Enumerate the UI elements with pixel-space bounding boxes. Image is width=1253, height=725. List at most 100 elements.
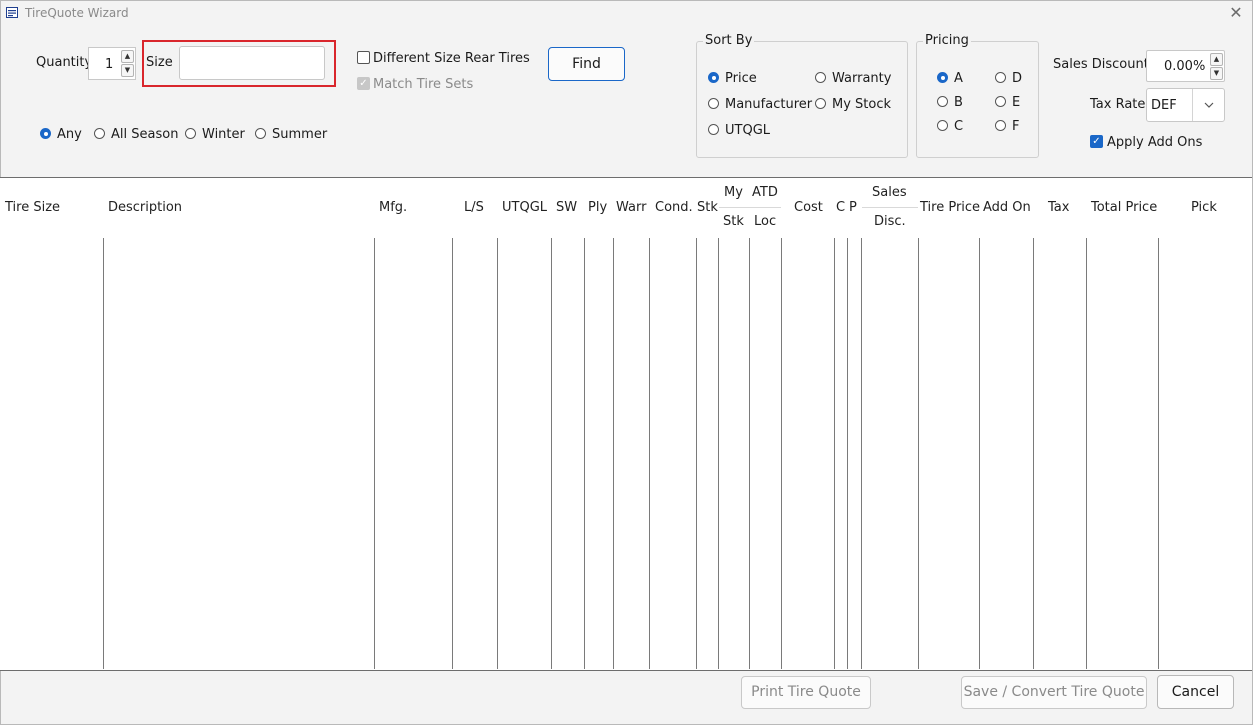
col-header-cond[interactable]: Cond.: [655, 200, 693, 215]
col-divider: [1033, 238, 1034, 669]
season-winter-label: Winter: [202, 127, 245, 142]
col-divider: [979, 238, 980, 669]
col-divider: [649, 238, 650, 669]
col-header-atd[interactable]: ATD: [752, 185, 778, 200]
pricing-c-label: C: [954, 119, 964, 134]
col-header-pick[interactable]: Pick: [1191, 200, 1217, 215]
pricing-f-radio[interactable]: [995, 120, 1006, 131]
col-header-cost[interactable]: Cost: [794, 200, 823, 215]
sort-manufacturer-radio[interactable]: [708, 98, 719, 109]
sales-discount-down-icon[interactable]: ▼: [1210, 67, 1223, 80]
col-divider: [749, 238, 750, 669]
tax-rate-divider: [1192, 89, 1193, 121]
chevron-down-icon[interactable]: [1204, 102, 1214, 108]
col-header-sales-disc[interactable]: Disc.: [874, 214, 906, 229]
tax-rate-select[interactable]: DEF: [1146, 88, 1225, 122]
col-divider: [1086, 238, 1087, 669]
pricing-b-label: B: [954, 95, 963, 110]
col-header-my-stk[interactable]: Stk: [723, 214, 744, 229]
find-button[interactable]: Find: [548, 47, 625, 81]
sort-price-radio[interactable]: [708, 72, 719, 83]
season-any-radio[interactable]: [40, 128, 51, 139]
sort-utqgl-label: UTQGL: [725, 123, 771, 138]
sales-discount-stepper[interactable]: 0.00% ▲ ▼: [1146, 50, 1225, 82]
col-divider: [584, 238, 585, 669]
col-header-total-price[interactable]: Total Price: [1091, 200, 1157, 215]
col-header-description[interactable]: Description: [108, 200, 182, 215]
col-divider: [918, 238, 919, 669]
col-header-warr[interactable]: Warr: [616, 200, 646, 215]
print-tire-quote-button[interactable]: Print Tire Quote: [741, 676, 871, 709]
apply-add-ons-label: Apply Add Ons: [1107, 135, 1203, 150]
quantity-down-icon[interactable]: ▼: [121, 64, 134, 77]
size-label: Size: [146, 55, 173, 70]
different-size-rear-checkbox[interactable]: [357, 51, 370, 64]
match-tire-sets-label: Match Tire Sets: [373, 77, 474, 92]
col-divider: [551, 238, 552, 669]
sort-utqgl-radio[interactable]: [708, 124, 719, 135]
sales-discount-up-icon[interactable]: ▲: [1210, 53, 1223, 66]
pricing-title: Pricing: [923, 33, 971, 48]
quantity-stepper[interactable]: 1 ▲ ▼: [88, 47, 136, 80]
pricing-e-label: E: [1012, 95, 1021, 110]
col-header-p[interactable]: P: [849, 200, 857, 215]
season-all-season-radio[interactable]: [94, 128, 105, 139]
pricing-d-radio[interactable]: [995, 72, 1006, 83]
season-winter-radio[interactable]: [185, 128, 196, 139]
sort-warranty-radio[interactable]: [815, 72, 826, 83]
col-header-c[interactable]: C: [836, 200, 845, 215]
col-header-sales[interactable]: Sales: [872, 185, 907, 200]
pricing-e-radio[interactable]: [995, 96, 1006, 107]
col-header-mfg[interactable]: Mfg.: [379, 200, 407, 215]
col-divider: [452, 238, 453, 669]
quantity-label: Quantity: [36, 55, 93, 70]
size-input[interactable]: [179, 46, 325, 80]
col-header-tax[interactable]: Tax: [1048, 200, 1069, 215]
sales-discount-value[interactable]: 0.00%: [1164, 59, 1205, 74]
quantity-up-icon[interactable]: ▲: [121, 50, 134, 63]
results-grid[interactable]: Tire Size Description Mfg. L/S UTQGL SW …: [0, 177, 1252, 671]
col-divider: [1158, 238, 1159, 669]
col-header-sw[interactable]: SW: [556, 200, 577, 215]
col-header-add-on[interactable]: Add On: [983, 200, 1031, 215]
col-header-tire-price[interactable]: Tire Price: [920, 200, 980, 215]
pricing-f-label: F: [1012, 119, 1020, 134]
col-divider: [861, 238, 862, 669]
match-tire-sets-checkbox: ✓: [357, 77, 370, 90]
sort-manufacturer-label: Manufacturer: [725, 97, 813, 112]
quantity-value[interactable]: 1: [105, 57, 113, 72]
col-header-atd-loc[interactable]: Loc: [754, 214, 776, 229]
pricing-b-radio[interactable]: [937, 96, 948, 107]
season-any-label: Any: [57, 127, 82, 142]
col-header-utqgl[interactable]: UTQGL: [502, 200, 547, 215]
sort-by-title: Sort By: [703, 33, 755, 48]
pricing-c-radio[interactable]: [937, 120, 948, 131]
pricing-a-label: A: [954, 71, 963, 86]
season-all-season-label: All Season: [111, 127, 179, 142]
col-header-tire-size[interactable]: Tire Size: [5, 200, 60, 215]
season-summer-radio[interactable]: [255, 128, 266, 139]
app-icon: [6, 7, 18, 18]
col-divider: [497, 238, 498, 669]
season-summer-label: Summer: [272, 127, 328, 142]
col-header-ls[interactable]: L/S: [464, 200, 484, 215]
pricing-a-radio[interactable]: [937, 72, 948, 83]
header-split-line: [719, 207, 781, 208]
save-convert-button[interactable]: Save / Convert Tire Quote: [961, 676, 1147, 709]
apply-add-ons-checkbox[interactable]: ✓: [1090, 135, 1103, 148]
sort-my-stock-radio[interactable]: [815, 98, 826, 109]
tax-rate-label: Tax Rate: [1090, 97, 1146, 112]
col-divider: [613, 238, 614, 669]
sort-warranty-label: Warranty: [832, 71, 892, 86]
col-divider: [103, 238, 104, 669]
col-header-ply[interactable]: Ply: [588, 200, 607, 215]
col-divider: [834, 238, 835, 669]
pricing-d-label: D: [1012, 71, 1023, 86]
header-split-line: [862, 207, 918, 208]
col-header-stk[interactable]: Stk: [697, 200, 718, 215]
different-size-rear-label: Different Size Rear Tires: [373, 51, 530, 66]
sales-discount-label: Sales Discount: [1053, 57, 1149, 72]
cancel-button[interactable]: Cancel: [1157, 675, 1234, 709]
col-header-my[interactable]: My: [724, 185, 743, 200]
close-icon[interactable]: ✕: [1226, 3, 1246, 23]
